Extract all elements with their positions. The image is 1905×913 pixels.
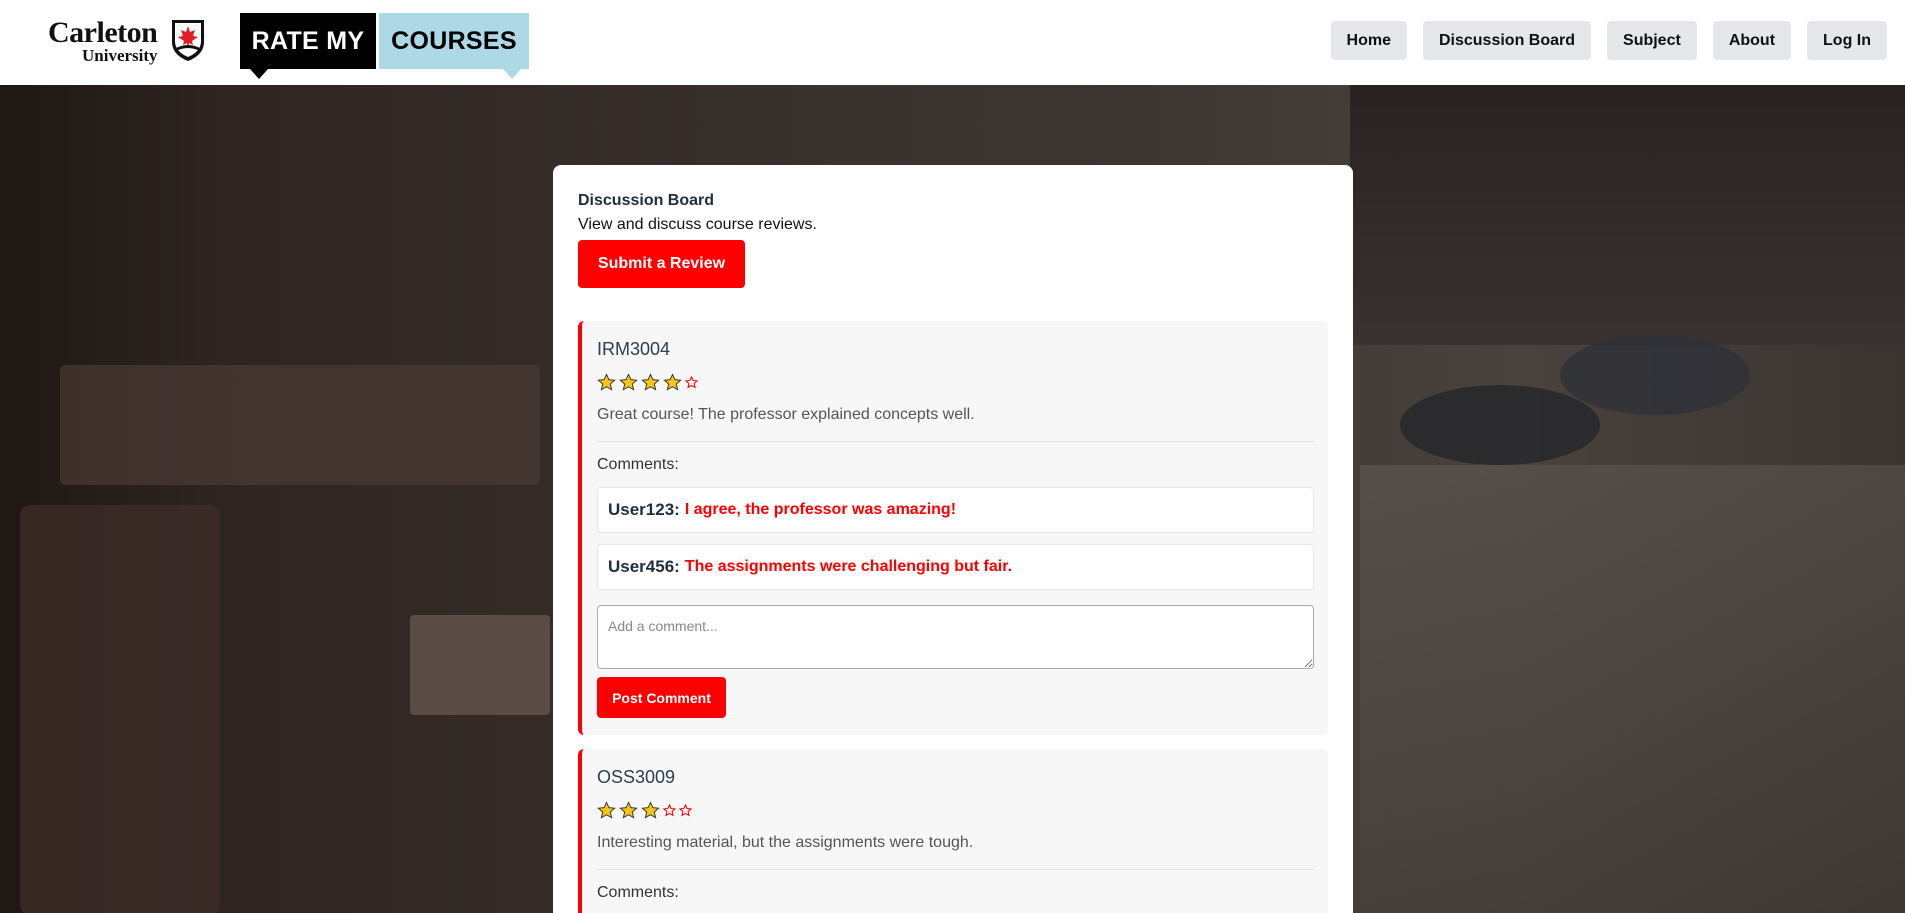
comment-item: User123: I agree, the professor was amaz… [597, 487, 1314, 533]
star-filled-icon [619, 373, 638, 391]
course-code: OSS3009 [597, 767, 676, 787]
logo-text-main: Carleton [48, 16, 158, 49]
star-empty-icon [679, 804, 692, 817]
review-text: Great course! The professor explained co… [597, 406, 975, 423]
star-rating [597, 373, 698, 392]
bg-table-left [60, 365, 540, 485]
page-title: Discussion Board [578, 192, 715, 209]
bg-railing [1360, 465, 1905, 913]
carleton-logo[interactable]: Carleton University [48, 14, 208, 66]
review-text: Interesting material, but the assignment… [597, 834, 974, 851]
star-rating [597, 801, 692, 820]
comment-text: I agree, the professor was amazing! [684, 501, 957, 518]
bg-books [410, 615, 550, 715]
comment-text: The assignments were challenging but fai… [684, 558, 1013, 575]
brand-courses[interactable]: COURSES [379, 13, 529, 79]
brand-rate-my[interactable]: RATE MY [240, 13, 376, 79]
review-card: IRM3004 Great course! The professor expl… [578, 321, 1328, 735]
bg-chair-right-1 [1560, 335, 1750, 415]
main-nav: Home Discussion Board Subject About Log … [1330, 21, 1887, 60]
nav-discussion-board[interactable]: Discussion Board [1422, 21, 1592, 60]
star-filled-icon [597, 801, 616, 819]
site-header: Carleton University RATE MY COURSES Home… [0, 0, 1905, 85]
divider [597, 869, 1314, 870]
comment-item: User456: The assignments were challengin… [597, 544, 1314, 590]
page-subtitle: View and discuss course reviews. [578, 216, 817, 233]
comments-label: Comments: [597, 884, 679, 901]
nav-about[interactable]: About [1712, 21, 1792, 60]
star-filled-icon [663, 373, 682, 391]
divider [597, 441, 1314, 442]
logo-text-sub: University [82, 46, 158, 65]
star-filled-icon [641, 801, 660, 819]
bg-chair-right-2 [1400, 385, 1600, 465]
bg-chair-left [20, 505, 220, 913]
course-code: IRM3004 [597, 339, 671, 359]
nav-subject[interactable]: Subject [1607, 21, 1697, 60]
comments-label: Comments: [597, 456, 679, 473]
comment-user: User456: [608, 557, 680, 576]
shield-icon [172, 20, 204, 61]
comment-user: User123: [608, 500, 680, 519]
review-card: OSS3009 Interesting material, but the as… [578, 749, 1328, 913]
post-comment-button[interactable]: Post Comment [597, 677, 726, 718]
comment-textarea[interactable] [597, 605, 1314, 669]
star-filled-icon [641, 373, 660, 391]
nav-log-in[interactable]: Log In [1807, 21, 1887, 60]
submit-review-button[interactable]: Submit a Review [578, 240, 745, 288]
star-empty-icon [685, 376, 698, 389]
star-filled-icon [619, 801, 638, 819]
star-filled-icon [597, 373, 616, 391]
nav-home[interactable]: Home [1330, 21, 1407, 60]
bg-shelf-right [1350, 85, 1905, 345]
discussion-card: Discussion Board View and discuss course… [553, 165, 1353, 913]
star-empty-icon [663, 804, 676, 817]
